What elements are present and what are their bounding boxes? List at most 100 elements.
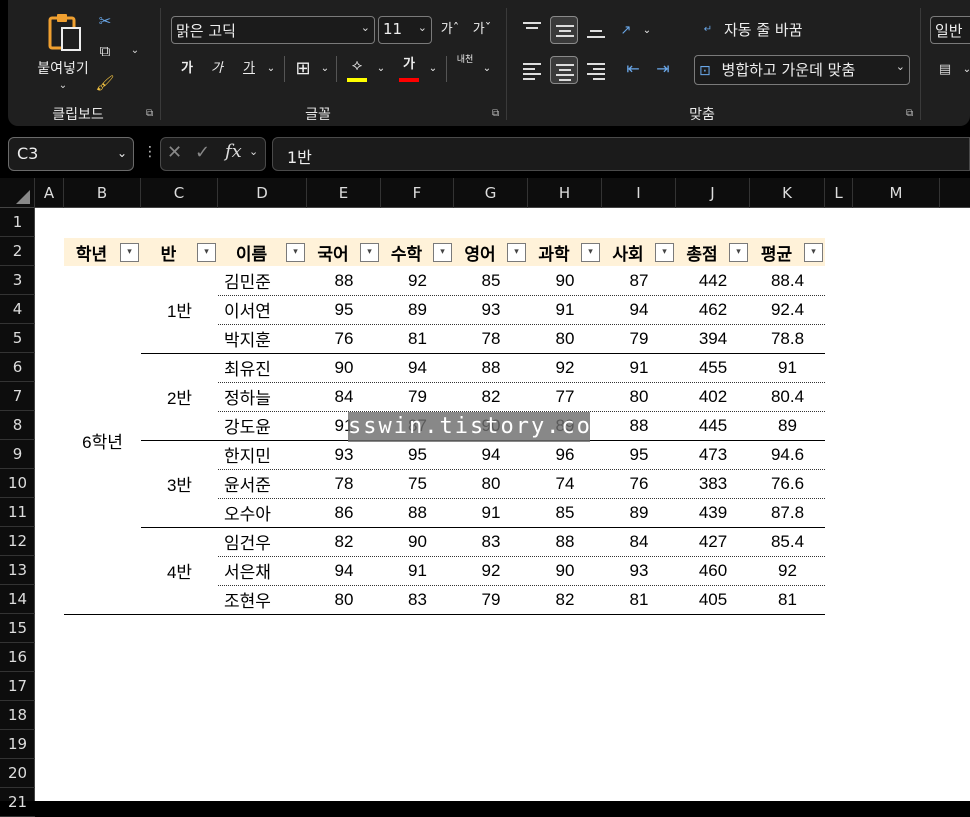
score-cell[interactable]: 76 xyxy=(602,469,676,498)
row-header-4[interactable]: 4 xyxy=(0,295,35,324)
column-header-m[interactable]: M xyxy=(853,178,940,208)
score-cell[interactable]: 81 xyxy=(602,585,676,614)
font-name-select[interactable]: 맑은 고딕 ⌄ xyxy=(171,16,375,44)
score-cell[interactable]: 94 xyxy=(454,440,528,469)
score-cell[interactable]: 94 xyxy=(602,295,676,324)
header-cell[interactable]: 과학 xyxy=(528,238,580,266)
filter-dropdown-icon[interactable]: ▾ xyxy=(804,243,823,262)
score-cell[interactable]: 455 xyxy=(676,353,750,382)
score-cell[interactable]: 95 xyxy=(602,440,676,469)
score-cell[interactable]: 76 xyxy=(307,324,381,353)
score-cell[interactable]: 93 xyxy=(602,556,676,585)
score-cell[interactable]: 90 xyxy=(528,556,602,585)
fill-color-button[interactable]: ⟡ xyxy=(344,52,370,78)
column-header-i[interactable]: I xyxy=(602,178,676,208)
row-header-9[interactable]: 9 xyxy=(0,440,35,469)
score-cell[interactable]: 95 xyxy=(381,440,454,469)
name-cell[interactable]: 정하늘 xyxy=(218,382,307,411)
class-cell[interactable]: 4반 xyxy=(141,527,218,614)
chevron-down-icon[interactable]: ⌄ xyxy=(249,145,258,158)
row-header-5[interactable]: 5 xyxy=(0,324,35,353)
row-header-19[interactable]: 19 xyxy=(0,730,35,759)
score-cell[interactable]: 80 xyxy=(454,469,528,498)
score-cell[interactable]: 82 xyxy=(454,382,528,411)
score-cell[interactable]: 87 xyxy=(602,266,676,295)
filter-dropdown-icon[interactable]: ▾ xyxy=(433,243,452,262)
score-cell[interactable]: 88.4 xyxy=(750,266,825,295)
phonetic-button[interactable]: 내천 xyxy=(452,54,478,80)
score-cell[interactable]: 442 xyxy=(676,266,750,295)
cut-icon[interactable]: ✂ xyxy=(94,10,116,32)
score-cell[interactable]: 383 xyxy=(676,469,750,498)
align-center-button[interactable] xyxy=(550,56,578,84)
font-size-select[interactable]: 11 ⌄ xyxy=(378,16,432,44)
italic-button[interactable]: 가 xyxy=(204,56,230,82)
score-cell[interactable]: 89 xyxy=(750,411,825,440)
score-cell[interactable]: 78 xyxy=(454,324,528,353)
row-header-14[interactable]: 14 xyxy=(0,585,35,614)
font-color-dropdown-icon[interactable]: ⌄ xyxy=(426,56,440,82)
filter-dropdown-icon[interactable]: ▾ xyxy=(729,243,748,262)
font-color-button[interactable]: 가 xyxy=(396,52,422,78)
score-cell[interactable]: 92 xyxy=(381,266,454,295)
score-cell[interactable]: 90 xyxy=(381,527,454,556)
score-cell[interactable]: 77 xyxy=(528,382,602,411)
score-cell[interactable]: 75 xyxy=(381,469,454,498)
column-header-d[interactable]: D xyxy=(218,178,307,208)
score-cell[interactable]: 460 xyxy=(676,556,750,585)
row-header-20[interactable]: 20 xyxy=(0,759,35,788)
middle-align-button[interactable] xyxy=(550,16,578,44)
score-cell[interactable]: 91 xyxy=(528,295,602,324)
score-cell[interactable]: 86 xyxy=(307,498,381,527)
row-header-10[interactable]: 10 xyxy=(0,469,35,498)
class-cell[interactable]: 1반 xyxy=(141,266,218,353)
score-cell[interactable]: 445 xyxy=(676,411,750,440)
font-launcher-icon[interactable]: ⧉ xyxy=(492,108,499,119)
column-header-h[interactable]: H xyxy=(528,178,602,208)
header-cell[interactable]: 국어 xyxy=(307,238,359,266)
header-cell[interactable]: 반 xyxy=(141,238,196,266)
row-header-16[interactable]: 16 xyxy=(0,643,35,672)
name-box[interactable]: C3 ⌄ xyxy=(8,137,134,171)
score-cell[interactable]: 88 xyxy=(381,498,454,527)
score-cell[interactable]: 92 xyxy=(528,353,602,382)
name-cell[interactable]: 박지훈 xyxy=(218,324,307,353)
score-cell[interactable]: 88 xyxy=(602,411,676,440)
name-cell[interactable]: 이서연 xyxy=(218,295,307,324)
column-header-e[interactable]: E xyxy=(307,178,381,208)
score-cell[interactable]: 92 xyxy=(454,556,528,585)
score-cell[interactable]: 80 xyxy=(307,585,381,614)
name-cell[interactable]: 조현우 xyxy=(218,585,307,614)
wrap-text-button[interactable]: 자동 줄 바꿈 xyxy=(724,17,844,43)
chevron-down-icon[interactable]: ⌄ xyxy=(30,80,96,91)
column-header-f[interactable]: F xyxy=(381,178,454,208)
copy-icon[interactable]: ⧉ xyxy=(94,40,116,62)
row-header-6[interactable]: 6 xyxy=(0,353,35,382)
score-cell[interactable]: 85 xyxy=(454,266,528,295)
grow-font-button[interactable]: 가ˆ xyxy=(436,17,464,43)
filter-dropdown-icon[interactable]: ▾ xyxy=(507,243,526,262)
column-header-k[interactable]: K xyxy=(750,178,825,208)
worksheet-grid[interactable]: 학년 ▾ 반 ▾ 이름 ▾ 국어 ▾ 수학 ▾ 영어 ▾ 과학 ▾ 사회 ▾ 총점 ▾ 평균 ▾ 김민준 88 92 85 90… xyxy=(35,208,970,801)
name-cell[interactable]: 김민준 xyxy=(218,266,307,295)
score-cell[interactable]: 79 xyxy=(454,585,528,614)
row-header-11[interactable]: 11 xyxy=(0,498,35,527)
score-cell[interactable]: 74 xyxy=(528,469,602,498)
orientation-dropdown-icon[interactable]: ⌄ xyxy=(640,18,654,44)
merge-center-button[interactable]: ⊡ 병합하고 가운데 맞춤 ⌄ xyxy=(694,55,910,85)
score-cell[interactable]: 394 xyxy=(676,324,750,353)
underline-button[interactable]: 가 xyxy=(236,56,262,82)
score-cell[interactable]: 81 xyxy=(750,585,825,614)
column-header-a[interactable]: A xyxy=(35,178,64,208)
column-header-b[interactable]: B xyxy=(64,178,141,208)
score-cell[interactable]: 93 xyxy=(454,295,528,324)
filter-dropdown-icon[interactable]: ▾ xyxy=(655,243,674,262)
column-header-l[interactable]: L xyxy=(825,178,853,208)
row-header-1[interactable]: 1 xyxy=(0,208,35,237)
score-cell[interactable]: 84 xyxy=(602,527,676,556)
score-cell[interactable]: 427 xyxy=(676,527,750,556)
score-cell[interactable]: 405 xyxy=(676,585,750,614)
score-cell[interactable]: 79 xyxy=(381,382,454,411)
score-cell[interactable]: 80.4 xyxy=(750,382,825,411)
format-painter-icon[interactable]: 🖌 xyxy=(94,72,116,94)
